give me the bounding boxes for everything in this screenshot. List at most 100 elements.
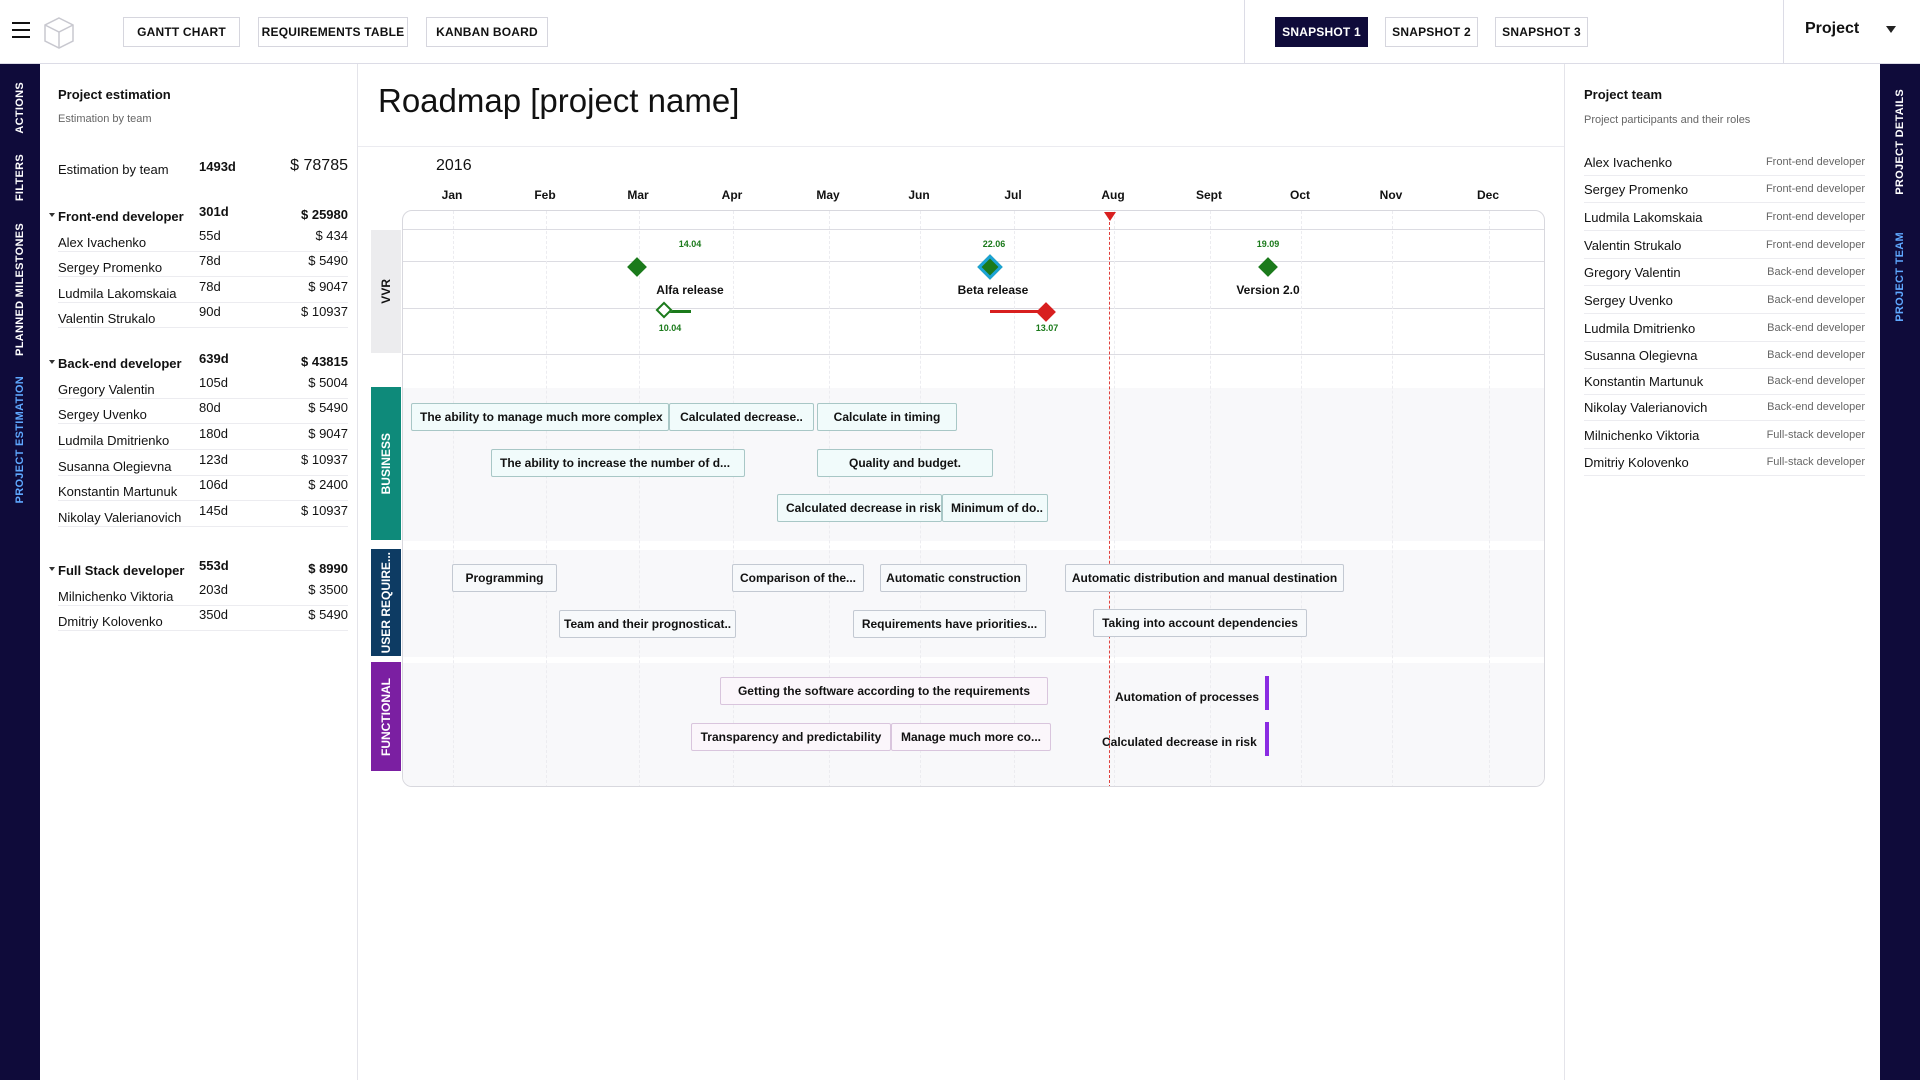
tab-requirements-table[interactable]: REQUIREMENTS TABLE bbox=[258, 17, 408, 47]
rail-tab-planned-milestones[interactable]: PLANNED MILESTONES bbox=[0, 216, 40, 362]
task-card[interactable]: Calculate in timing bbox=[817, 403, 957, 431]
task-label[interactable]: Automation of processes bbox=[1115, 690, 1259, 704]
member-row: Sergey Uvenko 80d $ 5490 bbox=[58, 400, 348, 424]
member-row: Gregory Valentin 105d $ 5004 bbox=[58, 375, 348, 399]
month-label: Oct bbox=[1289, 188, 1311, 202]
collapse-icon[interactable] bbox=[49, 567, 55, 571]
task-card[interactable]: Automatic distribution and manual destin… bbox=[1065, 564, 1344, 592]
milestone-actual-date: 13.07 bbox=[1035, 323, 1059, 333]
panel-title: Project estimation bbox=[58, 87, 171, 102]
rail-tab-project-details[interactable]: PROJECT DETAILS bbox=[1880, 80, 1920, 204]
group-cost: $ 25980 bbox=[301, 207, 348, 222]
task-card[interactable]: Taking into account dependencies bbox=[1093, 609, 1307, 637]
milestone-name: Beta release bbox=[957, 283, 1029, 297]
team-member-row: Alex Ivachenko Front-end developer bbox=[1584, 148, 1865, 176]
divider bbox=[1244, 0, 1245, 64]
panel-subtitle: Project participants and their roles bbox=[1584, 114, 1751, 126]
task-end-bar[interactable] bbox=[1265, 676, 1269, 710]
menu-icon[interactable] bbox=[12, 22, 30, 40]
snapshot-1-button[interactable]: SNAPSHOT 1 bbox=[1275, 17, 1368, 47]
milestone-selected-diamond-icon[interactable] bbox=[977, 254, 1003, 280]
member-row: Nikolay Valerianovich 145d $ 10937 bbox=[58, 503, 348, 527]
chevron-down-icon[interactable] bbox=[1886, 26, 1896, 33]
rail-tab-project-estimation[interactable]: PROJECT ESTIMATION bbox=[0, 372, 40, 508]
month-label: Jul bbox=[1004, 188, 1022, 202]
group-row-fullstack[interactable]: Full Stack developer 553d $ 8990 bbox=[49, 558, 348, 582]
divider bbox=[358, 146, 1564, 147]
task-card[interactable]: Programming bbox=[452, 564, 557, 592]
team-member-row: Sergey Uvenko Back-end developer bbox=[1584, 286, 1865, 314]
member-row: Milnichenko Viktoria 203d $ 3500 bbox=[58, 582, 348, 606]
task-card[interactable]: Transparency and predictability bbox=[691, 723, 891, 751]
milestone-actual-diamond-icon[interactable] bbox=[655, 301, 673, 319]
snapshot-2-button[interactable]: SNAPSHOT 2 bbox=[1385, 17, 1478, 47]
team-member-row: Milnichenko Viktoria Full-stack developer bbox=[1584, 421, 1865, 449]
task-card[interactable]: Calculated decrease in risk bbox=[777, 494, 942, 522]
team-member-row: Nikolay Valerianovich Back-end developer bbox=[1584, 393, 1865, 421]
page-title: Roadmap [project name] bbox=[378, 82, 740, 119]
timeline-year: 2016 bbox=[436, 157, 472, 174]
month-label: Jun bbox=[908, 188, 930, 202]
task-card[interactable]: The ability to manage much more complex bbox=[411, 403, 669, 431]
roadmap-main: Roadmap [project name] 2016 Jan Feb Mar … bbox=[358, 64, 1564, 1080]
task-card[interactable]: Requirements have priorities... bbox=[853, 610, 1046, 638]
group-row-backend[interactable]: Back-end developer 639d $ 43815 bbox=[49, 351, 348, 375]
gridline bbox=[639, 211, 640, 786]
milestone-name: Version 2.0 bbox=[1236, 283, 1300, 297]
month-label: Apr bbox=[721, 188, 743, 202]
milestone-actual-diamond-icon[interactable] bbox=[1036, 302, 1056, 322]
task-card[interactable]: Minimum of do.. bbox=[942, 494, 1048, 522]
group-cost: $ 43815 bbox=[301, 354, 348, 369]
milestone-planned-date: 22.06 bbox=[982, 239, 1006, 249]
panel-title: Project team bbox=[1584, 87, 1663, 102]
month-label: Sept bbox=[1195, 188, 1223, 202]
top-bar: GANTT CHART REQUIREMENTS TABLE KANBAN BO… bbox=[0, 0, 1920, 64]
task-end-bar[interactable] bbox=[1265, 722, 1269, 756]
milestone-slip-line bbox=[669, 310, 691, 313]
milestone-name: Alfa release bbox=[656, 283, 724, 297]
lane-label-functional: FUNCTIONAL bbox=[371, 662, 401, 771]
milestone-planned-date: 19.09 bbox=[1256, 239, 1280, 249]
rail-tab-project-team[interactable]: PROJECT TEAM bbox=[1880, 214, 1920, 340]
rail-tab-filters[interactable]: FILTERS bbox=[0, 150, 40, 206]
task-card[interactable]: Automatic construction bbox=[880, 564, 1027, 592]
group-days: 301d bbox=[199, 204, 229, 219]
group-row-frontend[interactable]: Front-end developer 301d $ 25980 bbox=[49, 204, 348, 228]
lane-label-business: BUSINESS bbox=[371, 387, 401, 540]
tab-gantt-chart[interactable]: GANTT CHART bbox=[123, 17, 240, 47]
tab-kanban-board[interactable]: KANBAN BOARD bbox=[426, 17, 548, 47]
divider bbox=[403, 308, 1544, 309]
gridline bbox=[546, 211, 547, 786]
gridline bbox=[1301, 211, 1302, 786]
member-row: Valentin Strukalo 90d $ 10937 bbox=[58, 304, 348, 328]
total-label: Estimation by team bbox=[58, 162, 169, 177]
snapshot-3-button[interactable]: SNAPSHOT 3 bbox=[1495, 17, 1588, 47]
gantt-chart: 14.04 Alfa release 10.04 22.06 Beta rele… bbox=[402, 210, 1545, 787]
team-member-row: Dmitriy Kolovenko Full-stack developer bbox=[1584, 448, 1865, 476]
collapse-icon[interactable] bbox=[49, 213, 55, 217]
member-row: Dmitriy Kolovenko 350d $ 5490 bbox=[58, 607, 348, 631]
project-select[interactable]: Project bbox=[1805, 20, 1859, 38]
task-label[interactable]: Calculated decrease in risk bbox=[1102, 735, 1257, 749]
member-row: Ludmila Lakomskaia 78d $ 9047 bbox=[58, 279, 348, 303]
task-card[interactable]: Getting the software according to the re… bbox=[720, 677, 1048, 705]
task-card[interactable]: Team and their prognosticat.. bbox=[559, 610, 736, 638]
group-role: Back-end developer bbox=[58, 356, 182, 371]
collapse-icon[interactable] bbox=[49, 360, 55, 364]
team-member-row: Ludmila Dmitrienko Back-end developer bbox=[1584, 314, 1865, 342]
divider bbox=[403, 229, 1544, 230]
task-card[interactable]: The ability to increase the number of d.… bbox=[491, 449, 745, 477]
member-row: Susanna Olegievna 123d $ 10937 bbox=[58, 452, 348, 476]
task-card[interactable]: Manage much more co... bbox=[891, 723, 1051, 751]
estimation-panel: Project estimation Estimation by team Es… bbox=[40, 64, 358, 1080]
task-card[interactable]: Quality and budget. bbox=[817, 449, 993, 477]
member-row: Alex Ivachenko 55d $ 434 bbox=[58, 228, 348, 252]
month-label: May bbox=[816, 188, 840, 202]
group-role: Front-end developer bbox=[58, 209, 184, 224]
rail-tab-actions[interactable]: ACTIONS bbox=[0, 80, 40, 136]
task-card[interactable]: Comparison of the... bbox=[732, 564, 864, 592]
month-label: Mar bbox=[627, 188, 649, 202]
task-card[interactable]: Calculated decrease.. bbox=[669, 403, 814, 431]
divider bbox=[403, 261, 1544, 262]
left-rail: ACTIONS FILTERS PLANNED MILESTONES PROJE… bbox=[0, 64, 40, 1080]
